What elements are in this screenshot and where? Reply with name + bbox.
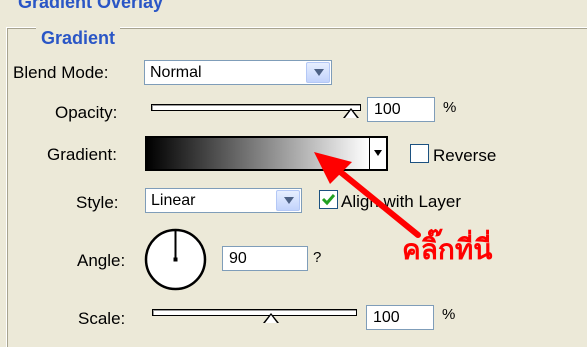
opacity-slider-track[interactable] (151, 104, 361, 111)
opacity-slider-thumb[interactable] (343, 108, 359, 118)
opacity-unit: % (443, 99, 457, 116)
opacity-label: Opacity: (55, 103, 118, 122)
chevron-down-icon[interactable] (276, 190, 300, 211)
chevron-down-icon[interactable] (306, 62, 330, 83)
scale-slider-track[interactable] (152, 309, 357, 316)
annotation-text: คลิ๊กที่นี่ (402, 234, 493, 265)
scale-label: Scale: (78, 309, 126, 328)
angle-unit: ? (313, 249, 322, 266)
blend-mode-label: Blend Mode: (13, 63, 109, 82)
opacity-input[interactable]: 100 (367, 97, 435, 122)
reverse-label: Reverse (433, 146, 497, 165)
style-select[interactable]: Linear (145, 188, 302, 213)
gradient-label: Gradient: (47, 145, 117, 164)
blend-mode-select[interactable]: Normal (144, 60, 332, 85)
angle-dial[interactable] (144, 228, 207, 291)
blend-mode-value: Normal (150, 64, 202, 81)
scale-slider-thumb[interactable] (263, 313, 279, 323)
gradient-group-title: Gradient (36, 26, 121, 50)
angle-input[interactable]: 90 (222, 246, 308, 271)
style-value: Linear (151, 192, 196, 209)
angle-label: Angle: (77, 251, 126, 270)
panel-top-title: Gradient Overlay (18, 0, 164, 12)
scale-input[interactable]: 100 (366, 305, 434, 330)
style-label: Style: (76, 193, 119, 212)
scale-unit: % (442, 306, 456, 323)
